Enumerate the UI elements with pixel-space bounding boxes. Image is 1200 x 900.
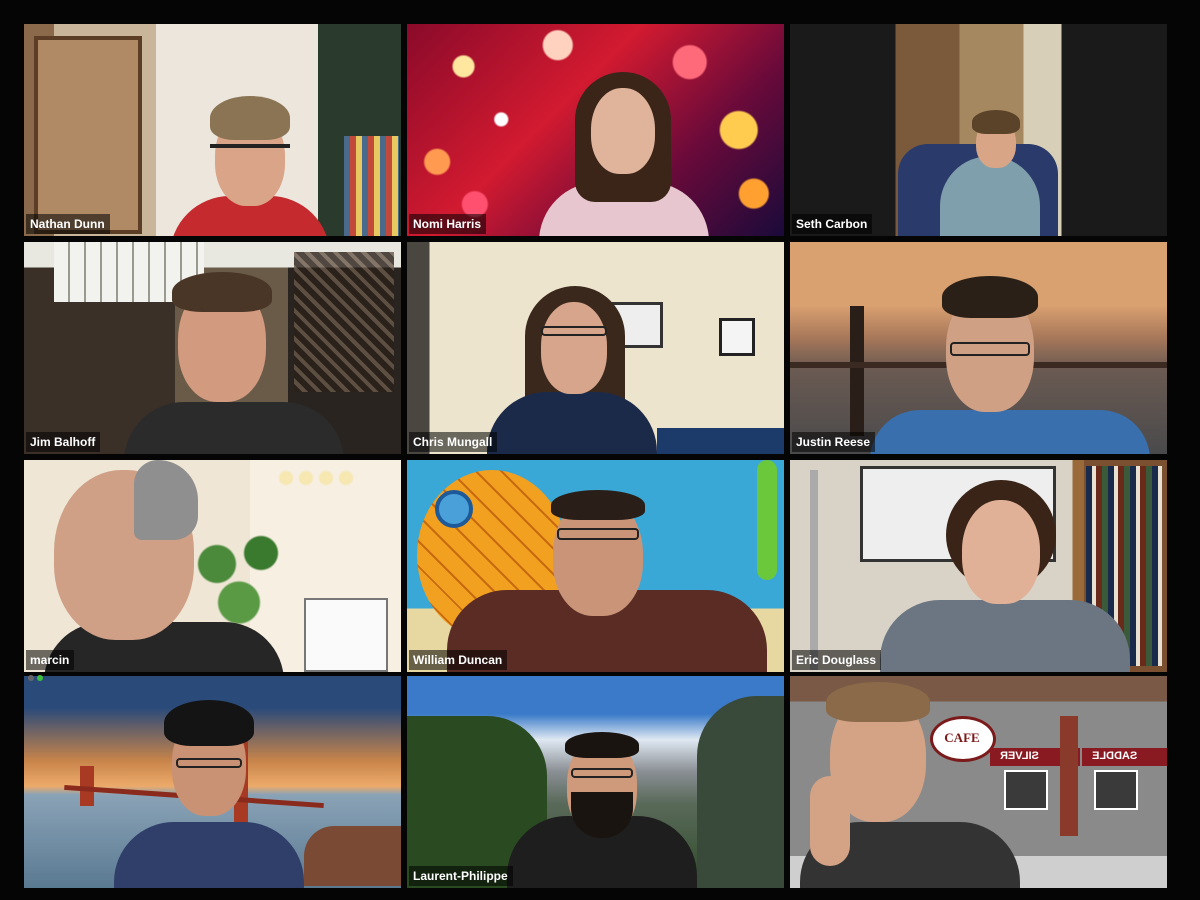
video-tile-2[interactable]: Nomi Harris xyxy=(407,24,784,236)
audio-indicator xyxy=(28,675,43,681)
video-gallery-window: Nathan Dunn Nomi Harris Seth Carbon Jim xyxy=(0,0,1200,900)
video-tile-5[interactable]: Chris Mungall xyxy=(407,242,784,454)
silver-sign: SILVER xyxy=(1000,750,1039,762)
cafe-sign: CAFE xyxy=(944,730,980,745)
video-tile-9[interactable]: Eric Douglass xyxy=(790,460,1167,672)
gallery-grid: Nathan Dunn Nomi Harris Seth Carbon Jim xyxy=(24,24,1167,888)
video-tile-10[interactable] xyxy=(24,676,401,888)
participant-name: Chris Mungall xyxy=(409,432,498,452)
participant-name: Laurent-Philippe xyxy=(409,866,513,886)
participant-name: Nathan Dunn xyxy=(26,214,110,234)
participant-name: Eric Douglass xyxy=(792,650,882,670)
mute-dot-icon xyxy=(28,675,34,681)
participant-name: Justin Reese xyxy=(792,432,876,452)
participant-name: Jim Balhoff xyxy=(26,432,101,452)
participant-name: Seth Carbon xyxy=(792,214,873,234)
saddle-sign: SADDLE xyxy=(1092,750,1138,762)
video-tile-1[interactable]: Nathan Dunn xyxy=(24,24,401,236)
video-tile-4[interactable]: Jim Balhoff xyxy=(24,242,401,454)
video-tile-12[interactable]: CAFE SILVER SADDLE xyxy=(790,676,1167,888)
participant-name: Nomi Harris xyxy=(409,214,487,234)
participant-name: William Duncan xyxy=(409,650,508,670)
mic-active-icon xyxy=(37,675,43,681)
video-tile-3[interactable]: Seth Carbon xyxy=(790,24,1167,236)
video-tile-6[interactable]: Justin Reese xyxy=(790,242,1167,454)
video-tile-7[interactable]: marcin xyxy=(24,460,401,672)
participant-name: marcin xyxy=(26,650,75,670)
video-tile-8[interactable]: William Duncan xyxy=(407,460,784,672)
video-tile-11-active-speaker[interactable]: Laurent-Philippe xyxy=(407,676,784,888)
